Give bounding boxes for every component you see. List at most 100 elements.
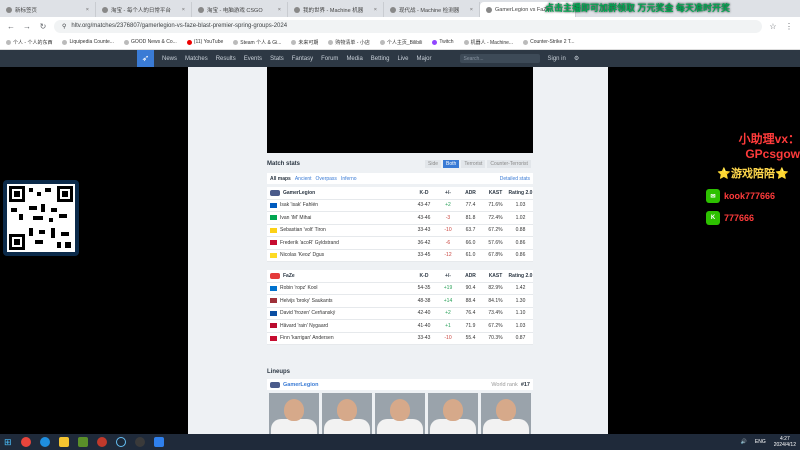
team-stats-table: GamerLegion K-D +/- ADR KAST Rating 2.0 … — [267, 187, 533, 262]
browser-tab[interactable]: 淘宝 - 每个人的日常平台 × — [96, 2, 192, 17]
bookmark-item[interactable]: 机器人 - Machine... — [463, 39, 513, 46]
match-stats-title: Match stats — [267, 161, 301, 167]
nav-news[interactable]: News — [162, 56, 177, 62]
signin-link[interactable]: Sign in — [548, 56, 566, 62]
lineup-team-name[interactable]: GamerLegion — [283, 382, 318, 388]
tab-both[interactable]: Both — [443, 160, 460, 168]
youtube-icon — [186, 39, 192, 45]
obs-icon[interactable] — [134, 437, 145, 447]
team-logo-icon — [270, 272, 280, 279]
team-logo-icon — [270, 189, 280, 196]
volume-icon[interactable]: 🔊 — [741, 439, 747, 445]
table-row[interactable]: Robin 'ropz' Kool 54-35 +19 90.4 82.9% 1.42 — [267, 283, 533, 295]
site-search-input[interactable]: Search... — [459, 54, 540, 63]
bookmark-icon — [123, 39, 129, 45]
tab-counter-terrorist[interactable]: Counter-Terrorist — [487, 160, 531, 168]
player-photo[interactable] — [269, 393, 319, 434]
back-icon[interactable]: ← — [6, 22, 16, 31]
minecraft-icon[interactable] — [77, 437, 88, 447]
nav-fantasy[interactable]: Fantasy — [292, 56, 313, 62]
table-row[interactable]: Helvijs 'broky' Saukants 48-38 +14 88.4 84.1… — [267, 295, 533, 308]
browser-tab[interactable]: 现代战 - Machine 检测器 × — [384, 2, 480, 17]
map-inferno[interactable]: Inferno — [341, 176, 357, 182]
table-row[interactable]: Frederik 'acoR' Gyldstrand 36-42 -6 66.0 57.… — [267, 237, 533, 250]
tab-favicon-icon — [486, 6, 492, 13]
bookmark-icon — [6, 39, 11, 45]
table-row[interactable]: David 'frozen' Čerňanský 42-40 +2 76.4 73.4%… — [267, 308, 533, 320]
player-photo[interactable] — [428, 393, 478, 434]
forward-icon[interactable]: → — [22, 22, 32, 31]
nav-live[interactable]: Live — [397, 56, 408, 62]
web-content: ➶ News Matches Results Events Stats Fant… — [0, 50, 800, 434]
lineup-players — [267, 393, 533, 434]
bookmark-icon — [379, 39, 385, 45]
chrome-icon[interactable] — [20, 437, 31, 447]
team-name[interactable]: GamerLegion — [283, 190, 315, 196]
browser-tab[interactable]: 新标签页 × — [0, 2, 96, 17]
table-row[interactable]: Sebastian 'volt' Tiron 33-43 -10 63.7 67.2% 0… — [267, 225, 533, 237]
hltv-logo-icon[interactable]: ➶ — [137, 50, 154, 67]
table-row[interactable]: Håvard 'rain' Nygaard 41-40 +1 71.9 67.2% 1.0… — [267, 320, 533, 333]
bookmark-item[interactable]: Counter-Strike 2 T... — [523, 39, 574, 45]
tab-terrorist[interactable]: Terrorist — [461, 160, 486, 168]
tab-favicon-icon — [294, 6, 300, 13]
flag-icon — [270, 252, 277, 258]
address-bar[interactable]: ⚲ hltv.org/matches/2376807/gamerlegion-v… — [54, 19, 762, 33]
bookmark-item[interactable]: Steam 个人 & Gi... — [233, 39, 281, 46]
site-info-icon[interactable]: ⚲ — [62, 23, 66, 30]
close-tab-icon[interactable]: × — [278, 7, 281, 13]
bookmark-icon — [291, 39, 297, 45]
team-name[interactable]: FaZe — [283, 273, 295, 279]
nav-results[interactable]: Results — [216, 56, 236, 62]
bookmark-item[interactable]: Twitch — [432, 39, 454, 45]
bookmark-item[interactable]: 个人主页_Bilibili — [379, 39, 422, 46]
bookmark-item[interactable]: 个人 - 个人的东西 — [6, 39, 52, 46]
settings-gear-icon[interactable]: ⚙ — [574, 55, 579, 62]
language-indicator[interactable]: ENG — [755, 439, 766, 445]
close-tab-icon[interactable]: × — [182, 7, 185, 13]
nav-forum[interactable]: Forum — [321, 56, 338, 62]
map-all[interactable]: All maps — [270, 176, 291, 182]
browser-tab[interactable]: 我的世界 - Machine 机器 × — [288, 2, 384, 17]
file-explorer-icon[interactable] — [58, 437, 69, 447]
bookmark-item[interactable]: GOOD News & Co... — [123, 39, 177, 45]
map-ancient[interactable]: Ancient — [295, 176, 312, 182]
bookmark-item[interactable]: 未来可期 — [291, 39, 318, 46]
close-tab-icon[interactable]: × — [86, 7, 89, 13]
nav-stats[interactable]: Stats — [270, 56, 284, 62]
app-icon[interactable] — [153, 437, 164, 447]
table-row[interactable]: Finn 'karrigan' Andersen 33-43 -10 55.4 70.3… — [267, 333, 533, 345]
detailed-stats-link[interactable]: Detailed stats — [500, 176, 530, 182]
map-overpass[interactable]: Overpass — [316, 176, 337, 182]
nav-media[interactable]: Media — [346, 56, 362, 62]
player-photo[interactable] — [375, 393, 425, 434]
close-tab-icon[interactable]: × — [470, 7, 473, 13]
nav-betting[interactable]: Betting — [371, 56, 390, 62]
app-icon[interactable] — [96, 437, 107, 447]
player-photo[interactable] — [481, 393, 531, 434]
reload-icon[interactable]: ↻ — [38, 22, 48, 31]
bookmark-star-icon[interactable]: ☆ — [768, 22, 778, 31]
nav-matches[interactable]: Matches — [185, 56, 208, 62]
browser-tab[interactable]: 淘宝 - 电脑游戏 CSGO × — [192, 2, 288, 17]
bookmark-item[interactable]: (11) YouTube — [186, 39, 223, 45]
table-row[interactable]: Nicolas 'Keoz' Dgus 33-45 -12 61.0 67.8% 0.86 — [267, 250, 533, 262]
clock[interactable]: 4:27 2024/4/12 — [774, 436, 796, 448]
close-tab-icon[interactable]: × — [374, 7, 377, 13]
tab-side[interactable]: Side — [425, 160, 442, 168]
lineup-team-bar[interactable]: GamerLegion World rank #17 — [267, 379, 533, 390]
nav-major[interactable]: Major — [416, 56, 431, 62]
stream-player[interactable] — [267, 67, 533, 153]
steam-icon[interactable] — [115, 437, 126, 447]
bookmark-item[interactable]: Liquipedia Counte... — [62, 39, 114, 45]
menu-icon[interactable]: ⋮ — [784, 22, 794, 31]
bookmark-item[interactable]: 购物清单 - 小店 — [328, 39, 370, 46]
site-navbar: ➶ News Matches Results Events Stats Fant… — [0, 50, 800, 67]
team-stats-table: FaZe K-D +/- ADR KAST Rating 2.0 Robin '… — [267, 270, 533, 345]
player-photo[interactable] — [322, 393, 372, 434]
table-row[interactable]: Isak 'isak' Fahlén 43-47 +2 77.4 71.6% 1.03 — [267, 200, 533, 212]
nav-events[interactable]: Events — [244, 56, 262, 62]
windows-start-icon[interactable]: ⊞ — [4, 437, 12, 448]
edge-icon[interactable] — [39, 437, 50, 447]
table-row[interactable]: Ivan 'iM' Mihai 43-46 -3 81.8 72.4% 1.02 — [267, 212, 533, 225]
